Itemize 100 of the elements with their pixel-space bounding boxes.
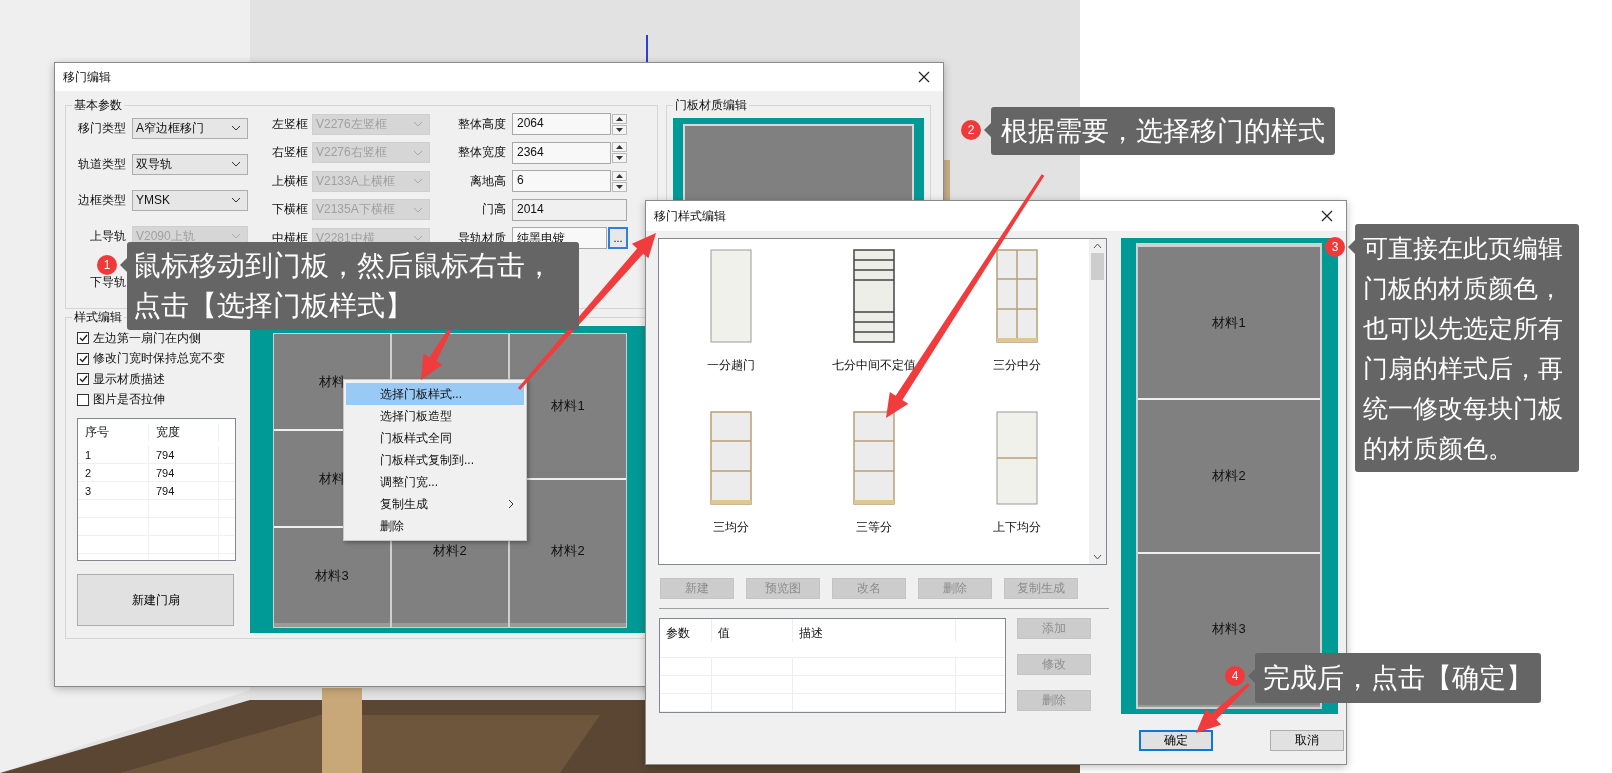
- table-cell: 794: [149, 464, 219, 481]
- callout-tooltip: 根据需要，选择移门的样式: [991, 107, 1335, 155]
- chevron-down-icon: [413, 121, 423, 128]
- spin-down-button[interactable]: [612, 124, 627, 135]
- table-cell: 1: [78, 446, 149, 463]
- field-label: 左竖框: [272, 115, 309, 133]
- menu-item[interactable]: 选择门板样式...: [346, 383, 524, 405]
- style-item[interactable]: 一分趟门: [659, 249, 803, 411]
- material-label: 材料3: [1212, 620, 1246, 639]
- spin-up-button[interactable]: [612, 142, 627, 153]
- style-item[interactable]: 三等分: [802, 411, 946, 573]
- style-name: 三等分: [856, 519, 892, 536]
- dialog-button[interactable]: 取消: [1270, 730, 1344, 751]
- checkbox[interactable]: [77, 352, 89, 365]
- field-label: 离地高: [469, 172, 507, 190]
- check-icon: [78, 334, 88, 343]
- door-panel[interactable]: 材料2: [510, 479, 626, 627]
- style-item[interactable]: 三分中分: [945, 249, 1089, 411]
- callout-tooltip: 完成后，点击【确定】: [1255, 653, 1541, 703]
- spin-down-button[interactable]: [612, 153, 627, 164]
- column-header[interactable]: 值: [712, 619, 793, 642]
- checkbox-label: 左边第一扇门在内侧: [93, 329, 201, 347]
- material-label: 材料2: [433, 542, 467, 561]
- chevron-up-icon: [1093, 243, 1102, 249]
- chevron-down-icon: [413, 149, 423, 156]
- checkbox-label: 显示材质描述: [93, 370, 165, 388]
- text-field[interactable]: 2014: [512, 198, 627, 221]
- style-item[interactable]: 上下均分: [945, 411, 1089, 573]
- pointer-arrow: [1196, 682, 1250, 733]
- chevron-down-icon: [231, 233, 241, 239]
- column-header[interactable]: 宽度: [149, 424, 219, 441]
- material-label: 材料: [319, 372, 345, 391]
- field-label: 移门类型: [77, 119, 127, 137]
- checkbox[interactable]: [77, 332, 89, 345]
- material-label: 材料3: [315, 566, 349, 585]
- number-field[interactable]: 2364: [512, 141, 611, 164]
- dialog-button[interactable]: 确定: [1139, 730, 1213, 751]
- style-name: 七分中间不定值: [832, 357, 916, 374]
- scroll-thumb[interactable]: [1091, 253, 1104, 280]
- column-header[interactable]: 参数: [660, 619, 712, 642]
- field-label: 下导轨: [89, 273, 127, 291]
- check-icon: [78, 354, 88, 363]
- dropdown[interactable]: A窄边框移门: [132, 117, 248, 139]
- group-title: 基本参数: [73, 97, 123, 114]
- close-icon[interactable]: [1321, 210, 1333, 222]
- caret-down-icon: [616, 127, 623, 132]
- table-cell: 794: [149, 446, 219, 463]
- chevron-down-icon: [413, 206, 423, 213]
- new-door-button[interactable]: 新建门扇: [77, 574, 234, 626]
- chevron-right-icon: [508, 499, 514, 509]
- material-label: 材料1: [551, 396, 585, 415]
- checkbox[interactable]: [77, 373, 89, 386]
- callout-tooltip: 可直接在此页编辑门板的材质颜色，也可以先选定所有门扇的样式后，再统一修改每块门板的材质颜色。: [1355, 224, 1579, 472]
- table-cell: 2: [78, 464, 149, 481]
- caret-up-icon: [616, 145, 623, 150]
- field-label: 整体宽度: [457, 144, 507, 162]
- style-name: 三均分: [712, 519, 749, 536]
- material-label: 材料1: [1212, 313, 1246, 332]
- field-label: 上导轨: [89, 227, 127, 245]
- column-header[interactable]: 序号: [78, 424, 149, 441]
- chevron-down-icon: [413, 235, 423, 242]
- window-title: 移门编辑: [63, 68, 111, 86]
- close-icon[interactable]: [918, 71, 930, 83]
- group-title: 样式编辑: [73, 309, 123, 326]
- spin-up-button[interactable]: [612, 170, 627, 181]
- scrollbar[interactable]: [1089, 239, 1106, 564]
- chevron-down-icon: [413, 178, 423, 185]
- column-header[interactable]: 描述: [793, 619, 956, 642]
- chevron-down-icon: [1093, 554, 1102, 560]
- window-title: 移门样式编辑: [654, 207, 726, 225]
- door-panel[interactable]: 材料1: [1138, 247, 1320, 401]
- number-field[interactable]: 2064: [512, 113, 611, 136]
- style-name: 一分趟门: [706, 357, 755, 374]
- chevron-down-icon: [231, 197, 241, 203]
- group-title: 门板材质编辑: [674, 97, 749, 114]
- dropdown[interactable]: 双导轨: [132, 153, 248, 175]
- material-label: 材料2: [551, 542, 585, 561]
- checkbox[interactable]: [77, 393, 89, 406]
- check-icon: [78, 375, 88, 384]
- style-item[interactable]: 三均分: [659, 411, 803, 573]
- checkbox-label: 修改门宽时保持总宽不变: [93, 350, 225, 368]
- dropdown[interactable]: YMSK: [132, 189, 248, 211]
- checkbox-label: 图片是否拉伸: [93, 391, 165, 409]
- field-label: 下横框: [272, 201, 309, 219]
- table-cell: 3: [78, 482, 149, 499]
- style-item[interactable]: 七分中间不定值: [802, 249, 946, 411]
- door-panel[interactable]: 材料2: [1138, 400, 1320, 554]
- caret-up-icon: [616, 173, 623, 178]
- caret-down-icon: [616, 184, 623, 189]
- field-label: 边框类型: [77, 191, 127, 209]
- field-label: 上横框: [272, 172, 309, 190]
- table-cell: 794: [149, 482, 219, 499]
- browse-button[interactable]: ...: [608, 227, 628, 250]
- callout-tooltip: 鼠标移动到门板，然后鼠标右击，点击【选择门板样式】: [127, 242, 579, 330]
- style-name: 三分中分: [993, 357, 1042, 374]
- field-label: 门高: [481, 201, 507, 219]
- spin-down-button[interactable]: [612, 181, 627, 192]
- chevron-down-icon: [231, 161, 241, 167]
- spin-up-button[interactable]: [612, 113, 627, 124]
- number-field[interactable]: 6: [512, 170, 611, 193]
